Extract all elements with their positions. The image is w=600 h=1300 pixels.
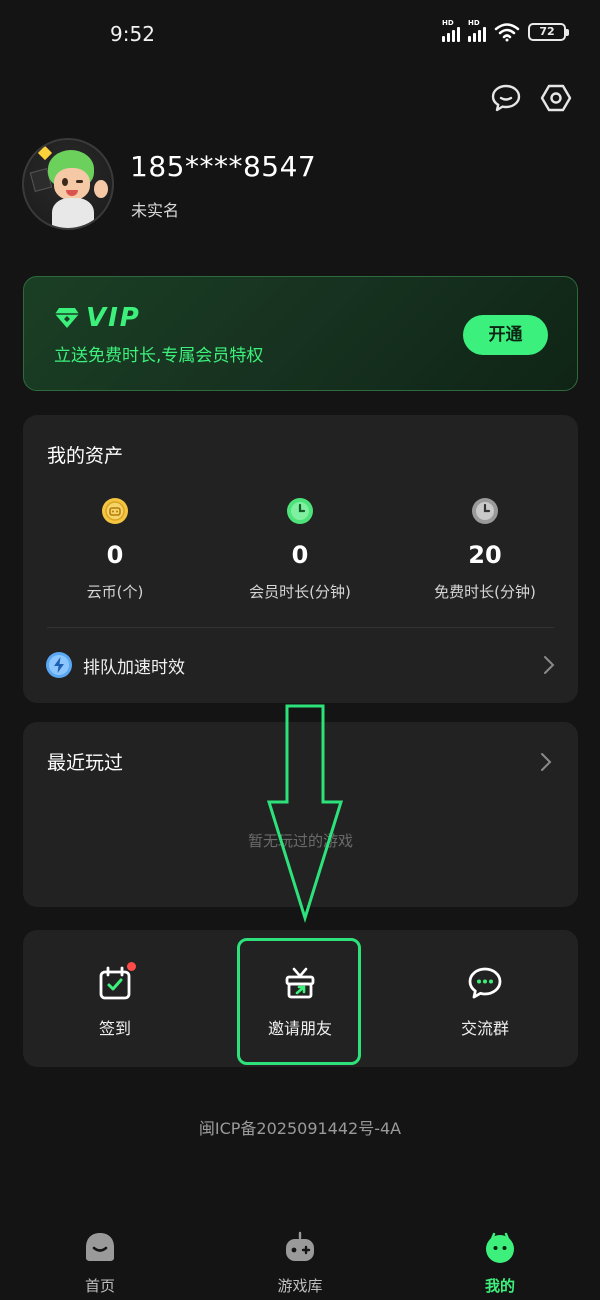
nav-label: 首页 <box>84 1277 115 1295</box>
vip-logo: VIP <box>54 303 141 333</box>
user-phone: 185****8547 <box>130 150 317 183</box>
checkin-button[interactable]: 签到 <box>55 962 175 1039</box>
chevron-right-icon <box>544 656 555 674</box>
queue-label: 排队加速时效 <box>83 657 185 678</box>
action-label: 签到 <box>98 1019 131 1038</box>
nav-item-profile[interactable]: 我的 <box>440 1231 560 1296</box>
icp-license[interactable]: 闽ICP备2025091442号-4A <box>0 1115 600 1139</box>
nav-item-home[interactable]: 首页 <box>40 1231 160 1296</box>
status-bar: 9:52 HD HD 72 <box>0 0 600 70</box>
coin-icon <box>102 498 128 524</box>
profile-icon <box>486 1232 514 1263</box>
clock-green-icon <box>287 498 313 524</box>
asset-cloud-coins[interactable]: 0 云币(个) <box>25 497 205 602</box>
vip-activate-button[interactable]: 开通 <box>463 315 548 355</box>
bottom-nav: 首页 游戏库 我的 <box>0 1215 600 1300</box>
signal-hd-label: HD <box>468 19 480 27</box>
queue-acceleration-row[interactable]: 排队加速时效 <box>45 643 557 687</box>
gamepad-icon <box>286 1231 314 1261</box>
down-arrow-annotation <box>266 704 344 924</box>
nav-label: 我的 <box>484 1277 515 1295</box>
home-icon <box>86 1233 114 1261</box>
asset-value: 20 <box>468 541 502 569</box>
vip-subtitle: 立送免费时长,专属会员特权 <box>54 346 264 366</box>
assets-title: 我的资产 <box>47 445 124 467</box>
nav-item-games[interactable]: 游戏库 <box>240 1231 360 1296</box>
chat-group-button[interactable]: 交流群 <box>425 965 545 1039</box>
signal-hd-label: HD <box>442 19 454 27</box>
action-label: 交流群 <box>460 1019 509 1038</box>
diamond-icon <box>55 308 79 328</box>
settings-gear-icon[interactable] <box>540 82 572 114</box>
vip-badge: VIP <box>86 303 141 333</box>
message-icon[interactable] <box>490 82 522 114</box>
verification-status[interactable]: 未实名 <box>131 197 179 221</box>
asset-value: 0 <box>291 541 309 569</box>
divider <box>47 627 554 628</box>
notification-dot <box>127 962 136 971</box>
asset-label: 云币(个) <box>86 583 144 601</box>
signal-icon: HD <box>442 19 460 42</box>
nav-label: 游戏库 <box>277 1277 323 1295</box>
battery-indicator: 72 <box>528 23 569 41</box>
clock-gray-icon <box>472 498 498 524</box>
chevron-right-icon[interactable] <box>538 752 554 772</box>
status-time: 9:52 <box>110 22 155 46</box>
checkin-calendar-icon <box>99 966 131 1000</box>
highlight-box <box>237 938 361 1065</box>
asset-label: 免费时长(分钟) <box>434 583 536 601</box>
assets-card: 我的资产 0 云币(个) 0 会员时长(分钟) 20 免费时长(分钟) 排队加速… <box>23 415 578 703</box>
asset-value: 0 <box>106 541 124 569</box>
chat-group-icon <box>468 967 502 999</box>
signal-icon: HD <box>468 19 486 42</box>
vip-card[interactable]: VIP 立送免费时长,专属会员特权 开通 <box>23 276 578 391</box>
avatar[interactable] <box>22 138 114 230</box>
asset-label: 会员时长(分钟) <box>249 583 351 601</box>
asset-free-time[interactable]: 20 免费时长(分钟) <box>395 497 575 602</box>
recent-title: 最近玩过 <box>47 752 124 774</box>
asset-member-time[interactable]: 0 会员时长(分钟) <box>210 497 390 602</box>
lightning-icon <box>46 652 72 678</box>
wifi-icon <box>494 23 520 42</box>
status-indicators: HD HD 72 <box>442 19 569 42</box>
